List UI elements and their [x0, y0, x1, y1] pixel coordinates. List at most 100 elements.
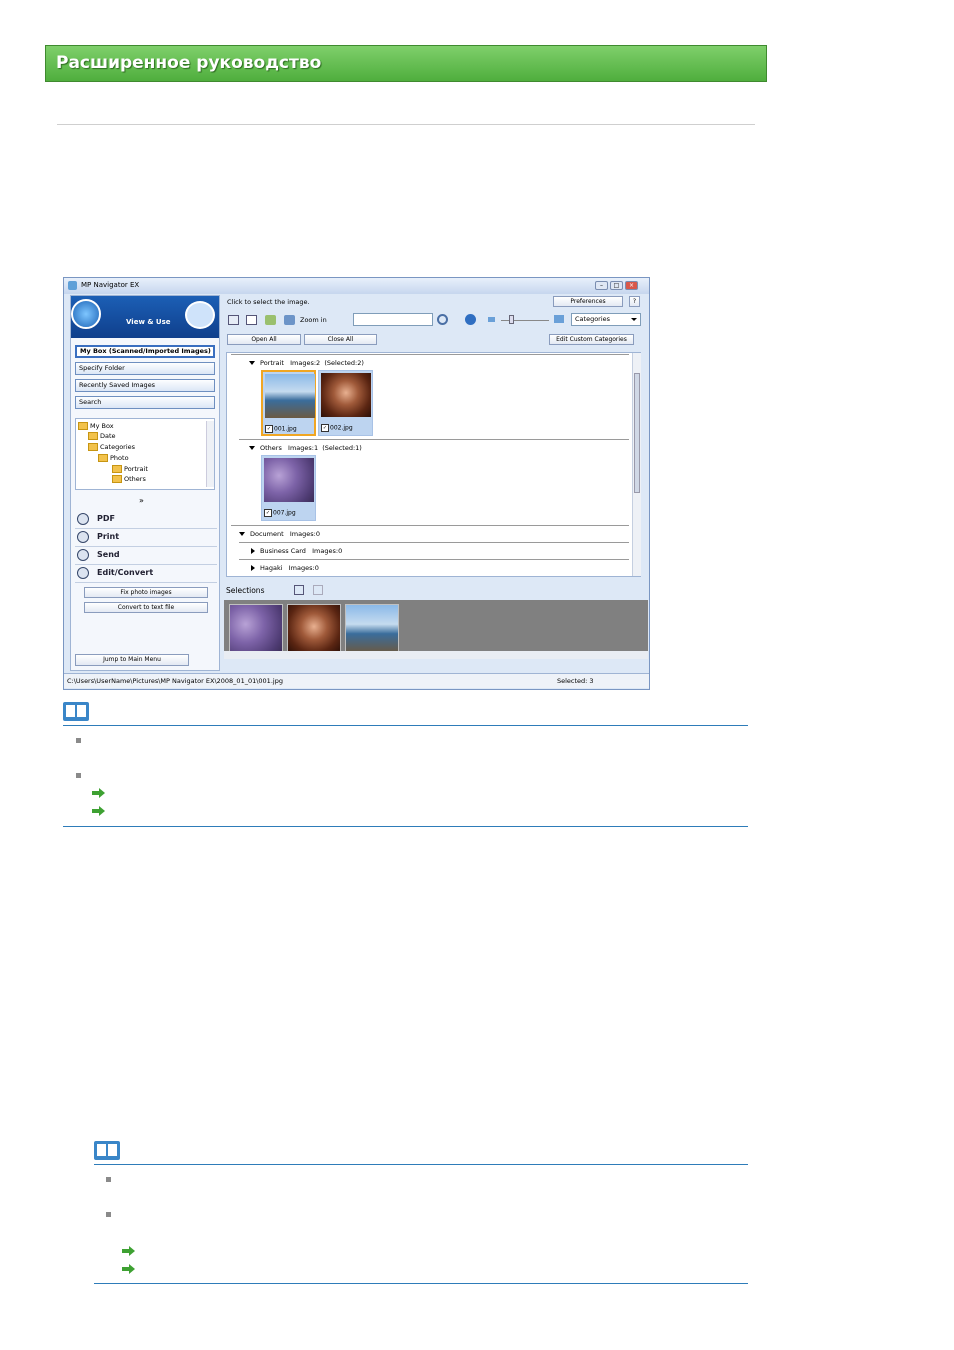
bullet-icon [76, 738, 81, 743]
nav-my-box[interactable]: My Box (Scanned/Imported Images) [75, 345, 215, 358]
folder-icon [98, 454, 108, 462]
image-thumbnail[interactable]: ✓ 002.jpg [318, 370, 373, 436]
close-icon[interactable]: × [625, 281, 638, 290]
small-thumb-icon [488, 317, 495, 322]
tree-item[interactable]: Date [88, 432, 116, 440]
action-label: Send [97, 550, 120, 559]
jump-main-menu-button[interactable]: Jump to Main Menu [75, 654, 189, 666]
image-thumbnail[interactable]: ✓ 001.jpg [261, 370, 316, 436]
hint-text: Click to select the image. [227, 298, 310, 306]
category-select[interactable]: Categories [571, 313, 641, 326]
navigator-icon [71, 299, 101, 329]
link-arrow-icon[interactable] [122, 1246, 135, 1256]
link-arrow-icon[interactable] [122, 1264, 135, 1274]
group-document-header[interactable]: Document Images:0 [239, 530, 320, 538]
convert-text-button[interactable]: Convert to text file [84, 602, 208, 613]
photo-thumbnail [321, 373, 371, 417]
edit-icon [77, 567, 89, 579]
tree-item[interactable]: Categories [88, 443, 135, 451]
app-window: MP Navigator EX – □ × View & Use My Box … [63, 277, 650, 690]
selections-bar: Selections [224, 582, 648, 600]
collapse-icon [239, 532, 245, 536]
search-input[interactable] [353, 313, 433, 326]
action-pdf[interactable]: PDF [75, 511, 217, 529]
checkbox[interactable]: ✓ [321, 424, 329, 432]
tree-item[interactable]: Photo [98, 454, 129, 462]
group-separator [231, 525, 629, 526]
grid-icon[interactable] [246, 315, 257, 325]
file-name: ✓ 007.jpg [264, 509, 296, 517]
title-bar: MP Navigator EX – □ × [64, 278, 649, 294]
photo-thumbnail [265, 374, 315, 418]
selected-thumbnail[interactable] [287, 604, 341, 654]
correct-icon[interactable] [265, 315, 276, 325]
tree-item[interactable]: Others [112, 475, 146, 483]
help-button[interactable]: ? [629, 296, 640, 307]
group-hagaki-header[interactable]: Hagaki Images:0 [251, 564, 319, 572]
app-icon [68, 281, 77, 290]
status-path: C:\Users\UserName\Pictures\MP Navigator … [67, 677, 283, 685]
close-all-button[interactable]: Close All [304, 334, 377, 345]
action-label: PDF [97, 514, 115, 523]
refresh-icon[interactable] [465, 314, 476, 325]
single-view-icon[interactable] [313, 585, 323, 595]
expand-icon [251, 565, 255, 571]
selections-scrollbar[interactable] [224, 651, 648, 659]
expand-icon [251, 548, 255, 554]
edit-custom-categories-button[interactable]: Edit Custom Categories [549, 334, 634, 345]
folder-icon [112, 465, 122, 473]
folder-icon [78, 422, 88, 430]
zoom-icon[interactable] [284, 315, 295, 325]
group-separator [231, 354, 629, 355]
image-thumbnail[interactable]: ✓ 007.jpg [261, 455, 316, 521]
tree-item[interactable]: My Box [78, 422, 114, 430]
divider [57, 124, 755, 125]
note-divider [63, 826, 748, 827]
link-arrow-icon[interactable] [92, 806, 105, 816]
send-icon [77, 549, 89, 561]
link-arrow-icon[interactable] [92, 788, 105, 798]
chevron-down-icon [631, 318, 637, 321]
checkbox[interactable]: ✓ [264, 509, 272, 517]
select-all-icon[interactable] [228, 315, 239, 325]
action-print[interactable]: Print [75, 529, 217, 547]
scroll-thumb[interactable] [634, 373, 640, 493]
note-divider [94, 1164, 748, 1165]
image-list: Portrait Images:2 (Selected:2) ✓ 001.jpg … [226, 352, 641, 577]
group-others-header[interactable]: Others Images:1 (Selected:1) [249, 444, 362, 452]
folder-tree: My Box Date Categories Photo Portrait Ot… [75, 418, 215, 490]
note-divider [94, 1283, 748, 1284]
nav-specify-folder[interactable]: Specify Folder [75, 362, 215, 375]
preferences-button[interactable]: Preferences [553, 296, 623, 307]
open-all-button[interactable]: Open All [227, 334, 301, 345]
maximize-icon[interactable]: □ [610, 281, 623, 290]
nav-recently-saved[interactable]: Recently Saved Images [75, 379, 215, 392]
grid-icon[interactable] [294, 585, 304, 595]
file-name: ✓ 001.jpg [265, 425, 297, 433]
tree-scrollbar[interactable] [206, 421, 214, 487]
note-icon [94, 1141, 120, 1160]
zoom-in-label[interactable]: Zoom in [300, 316, 327, 324]
fix-photo-button[interactable]: Fix photo images [84, 587, 208, 598]
bullet-icon [106, 1212, 111, 1217]
action-edit-convert[interactable]: Edit/Convert [75, 565, 217, 583]
slider-handle[interactable] [509, 315, 514, 324]
content-scrollbar[interactable] [632, 353, 641, 576]
collapse-icon [249, 446, 255, 450]
manual-header-banner: Расширенное руководство [45, 45, 767, 82]
minimize-icon[interactable]: – [595, 281, 608, 290]
group-separator [239, 542, 629, 543]
status-selected: Selected: 3 [557, 677, 594, 685]
photo-thumbnail [264, 458, 314, 502]
expand-icon[interactable]: » [139, 496, 144, 505]
selections-tray [224, 600, 648, 659]
tree-item[interactable]: Portrait [112, 465, 148, 473]
selected-thumbnail[interactable] [345, 604, 399, 654]
group-business-card-header[interactable]: Business Card Images:0 [251, 547, 342, 555]
nav-search[interactable]: Search [75, 396, 215, 409]
selected-thumbnail[interactable] [229, 604, 283, 654]
group-portrait-header[interactable]: Portrait Images:2 (Selected:2) [249, 359, 364, 367]
search-icon[interactable] [437, 314, 449, 325]
action-send[interactable]: Send [75, 547, 217, 565]
checkbox[interactable]: ✓ [265, 425, 273, 433]
